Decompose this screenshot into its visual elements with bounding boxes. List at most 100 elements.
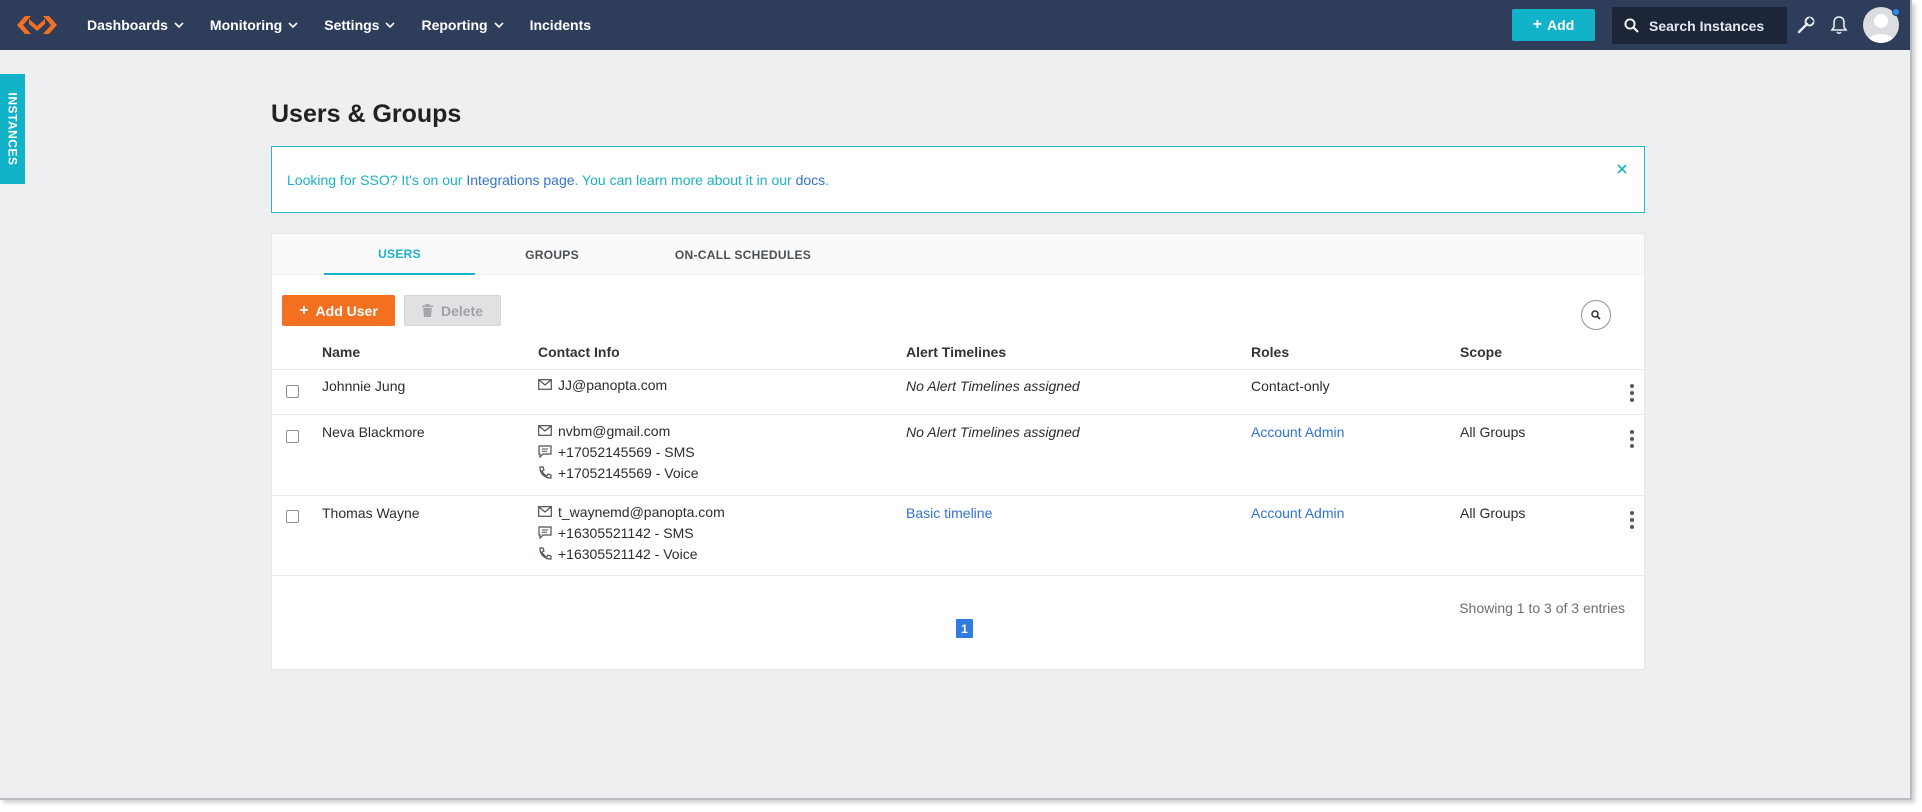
pagination-page-1[interactable]: 1	[956, 619, 973, 638]
alert-text: Looking for SSO? It's on our Integration…	[287, 172, 829, 188]
logo-icon[interactable]	[16, 12, 58, 38]
column-header-name[interactable]: Name	[322, 344, 360, 360]
nav-dashboards-label: Dashboards	[87, 17, 168, 33]
user-name: Thomas Wayne	[322, 505, 420, 521]
trash-icon	[421, 304, 433, 317]
email-icon	[538, 379, 552, 390]
nav-incidents[interactable]: Incidents	[530, 17, 591, 33]
alert-timeline: No Alert Timelines assigned	[906, 424, 1080, 440]
contact-sms-value: +17052145569 - SMS	[558, 443, 695, 460]
nav-monitoring-label: Monitoring	[209, 17, 283, 33]
contact-email: nvbm@gmail.com	[538, 420, 699, 441]
contact-sms: +16305521142 - SMS	[538, 522, 725, 543]
chevron-down-icon	[494, 21, 504, 28]
alert-text-part: Looking for SSO? It's on our	[287, 171, 467, 188]
contact-sms-value: +16305521142 - SMS	[558, 524, 694, 541]
add-user-label: Add User	[315, 302, 378, 319]
contact-info: t_waynemd@panopta.com +16305521142 - SMS…	[538, 501, 725, 564]
chat-icon	[538, 526, 552, 539]
contact-email-value: t_waynemd@panopta.com	[558, 503, 725, 520]
docs-link[interactable]: docs	[796, 172, 826, 188]
search-icon	[1624, 18, 1639, 33]
contact-email: JJ@panopta.com	[538, 374, 667, 395]
chevron-down-icon	[385, 21, 396, 28]
search-instances-input[interactable]	[1649, 17, 1784, 34]
add-button-label: Add	[1547, 17, 1575, 33]
table-row: Johnnie Jung JJ@panopta.com No Alert Tim…	[272, 370, 1644, 415]
delete-label: Delete	[440, 302, 484, 319]
contact-email: t_waynemd@panopta.com	[538, 501, 725, 522]
contact-sms: +17052145569 - SMS	[538, 441, 699, 462]
app-window: Dashboards Monitoring Settings Reporting…	[0, 0, 1912, 800]
scope: All Groups	[1460, 424, 1526, 440]
contact-info: nvbm@gmail.com +17052145569 - SMS +17052…	[538, 420, 699, 483]
instances-side-tab[interactable]: INSTANCES	[0, 74, 25, 184]
contact-voice-value: +16305521142 - Voice	[558, 545, 698, 562]
phone-icon	[539, 547, 552, 560]
alert-text-part: . You can learn more about it in our	[574, 171, 796, 188]
tab-users[interactable]: USERS	[324, 234, 475, 275]
nav-monitoring[interactable]: Monitoring	[210, 17, 298, 33]
main-menu: Dashboards Monitoring Settings Reporting…	[87, 0, 617, 50]
chevron-down-icon	[288, 21, 298, 28]
table-search-button[interactable]	[1581, 300, 1611, 330]
wrench-icon[interactable]	[1796, 15, 1816, 35]
role: Contact-only	[1251, 378, 1330, 394]
user-name: Neva Blackmore	[322, 424, 425, 440]
alert-timeline: No Alert Timelines assigned	[906, 378, 1080, 394]
user-name: Johnnie Jung	[322, 378, 406, 394]
delete-button[interactable]: Delete	[404, 295, 501, 326]
nav-reporting[interactable]: Reporting	[421, 17, 504, 33]
users-card: USERS GROUPS ON-CALL SCHEDULES + Add Use…	[271, 233, 1645, 670]
contact-voice: +17052145569 - Voice	[538, 462, 699, 483]
row-checkbox[interactable]	[286, 510, 299, 523]
row-actions-menu[interactable]	[1630, 430, 1634, 448]
row-checkbox[interactable]	[286, 430, 299, 443]
row-actions-menu[interactable]	[1630, 511, 1634, 529]
contact-email-value: JJ@panopta.com	[558, 376, 668, 393]
role-link[interactable]: Account Admin	[1251, 424, 1344, 440]
pagination-info: Showing 1 to 3 of 3 entries	[1459, 600, 1625, 616]
sso-info-alert: Looking for SSO? It's on our Integration…	[271, 146, 1645, 213]
search-instances-box	[1612, 7, 1787, 44]
nav-dashboards[interactable]: Dashboards	[87, 17, 184, 33]
table-row: Neva Blackmore nvbm@gmail.com +170521455…	[272, 416, 1644, 496]
column-header-contact-info[interactable]: Contact Info	[538, 344, 620, 360]
nav-incidents-label: Incidents	[529, 17, 592, 33]
email-icon	[538, 425, 552, 436]
chevron-down-icon	[174, 21, 184, 28]
chat-icon	[538, 445, 552, 458]
column-header-roles[interactable]: Roles	[1251, 344, 1289, 360]
row-actions-menu[interactable]	[1630, 384, 1634, 402]
notification-dot	[1892, 8, 1900, 16]
contact-voice: +16305521142 - Voice	[538, 543, 725, 564]
add-user-button[interactable]: + Add User	[282, 295, 395, 326]
instances-side-tab-label: INSTANCES	[5, 92, 20, 166]
role-link[interactable]: Account Admin	[1251, 505, 1344, 521]
scope: All Groups	[1460, 505, 1526, 521]
nav-settings[interactable]: Settings	[324, 17, 396, 33]
row-checkbox[interactable]	[286, 385, 299, 398]
nav-reporting-label: Reporting	[421, 17, 488, 33]
top-navbar: Dashboards Monitoring Settings Reporting…	[0, 0, 1910, 50]
close-icon[interactable]	[1616, 163, 1628, 175]
plus-icon: +	[1532, 16, 1543, 33]
add-button[interactable]: + Add	[1512, 9, 1595, 41]
plus-icon: +	[299, 301, 309, 319]
tab-groups[interactable]: GROUPS	[502, 234, 602, 275]
tab-bar: USERS GROUPS ON-CALL SCHEDULES	[272, 234, 1644, 275]
page-title: Users & Groups	[271, 100, 462, 128]
bell-icon[interactable]	[1830, 15, 1848, 35]
column-header-scope[interactable]: Scope	[1460, 344, 1502, 360]
search-icon	[1591, 310, 1601, 320]
phone-icon	[539, 466, 552, 479]
alert-timeline-link[interactable]: Basic timeline	[906, 505, 992, 521]
column-header-alert-timelines[interactable]: Alert Timelines	[906, 344, 1006, 360]
tab-on-call-schedules[interactable]: ON-CALL SCHEDULES	[648, 234, 838, 275]
contact-info: JJ@panopta.com	[538, 374, 667, 395]
nav-settings-label: Settings	[324, 17, 380, 33]
alert-text-part: .	[825, 171, 830, 188]
contact-voice-value: +17052145569 - Voice	[558, 464, 699, 481]
contact-email-value: nvbm@gmail.com	[558, 422, 671, 439]
integrations-page-link[interactable]: Integrations page	[466, 172, 574, 188]
